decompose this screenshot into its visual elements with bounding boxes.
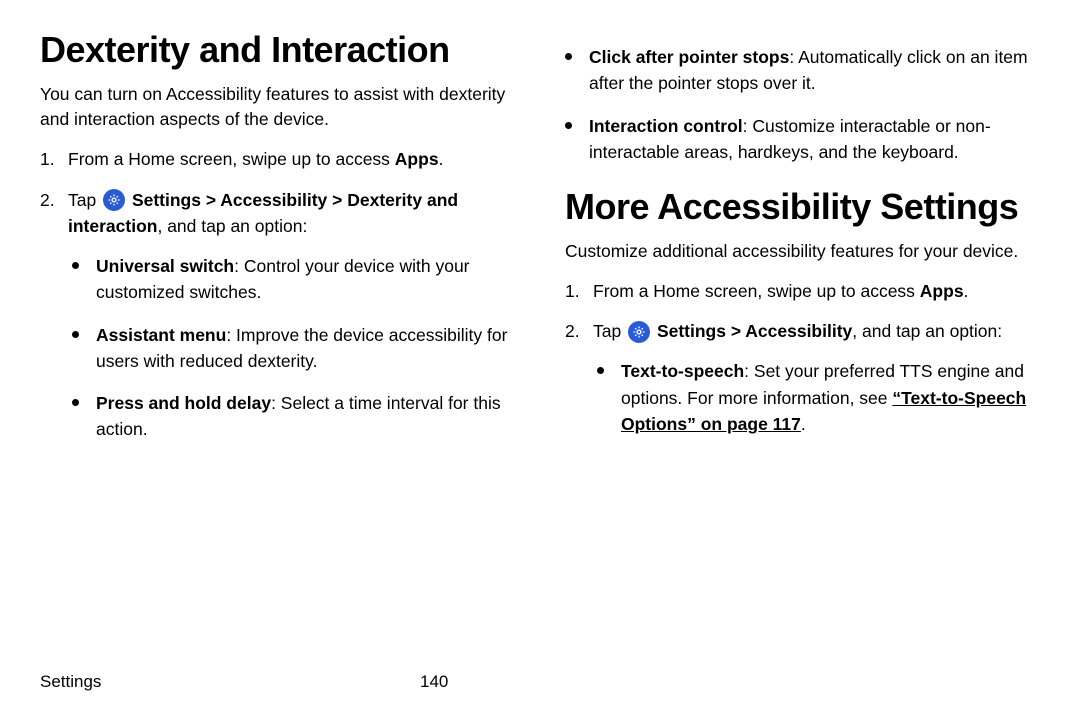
bullet-label: Assistant menu xyxy=(96,325,226,345)
section-title-dexterity: Dexterity and Interaction xyxy=(40,30,515,70)
section-title-more-accessibility: More Accessibility Settings xyxy=(565,187,1040,227)
bullet-press-hold-delay: Press and hold delay: Select a time inte… xyxy=(68,390,515,443)
bullet-label: Text-to-speech xyxy=(621,361,744,381)
step-text: , and tap an option: xyxy=(852,321,1002,341)
page-footer: Settings 140 xyxy=(40,672,1040,692)
bullet-label: Click after pointer stops xyxy=(589,47,789,67)
step-text: Tap xyxy=(593,321,626,341)
bullet-text-to-speech: Text-to-speech: Set your preferred TTS e… xyxy=(593,358,1040,437)
settings-icon xyxy=(628,321,650,343)
step-text: . xyxy=(964,281,969,301)
footer-page-number: 140 xyxy=(420,672,448,692)
settings-icon xyxy=(103,189,125,211)
apps-label: Apps xyxy=(395,149,439,169)
intro-more-accessibility: Customize additional accessibility featu… xyxy=(565,239,1040,264)
step-text: . xyxy=(439,149,444,169)
bullet-assistant-menu: Assistant menu: Improve the device acces… xyxy=(68,322,515,375)
bullet-universal-switch: Universal switch: Control your device wi… xyxy=(68,253,515,306)
bullet-click-after-pointer: Click after pointer stops: Automatically… xyxy=(565,44,1040,97)
intro-dexterity: You can turn on Accessibility features t… xyxy=(40,82,515,133)
bullet-label: Universal switch xyxy=(96,256,234,276)
step-1-right: From a Home screen, swipe up to access A… xyxy=(565,278,1040,304)
step-2-right: Tap Settings > Accessibility, and tap an… xyxy=(565,318,1040,437)
step-text: Tap xyxy=(68,190,101,210)
step-text: , and tap an option: xyxy=(157,216,307,236)
footer-section-label: Settings xyxy=(40,672,420,692)
nav-path: Settings > Accessibility xyxy=(652,321,852,341)
bullet-label: Press and hold delay xyxy=(96,393,271,413)
step-text: From a Home screen, swipe up to access xyxy=(68,149,395,169)
step-1-left: From a Home screen, swipe up to access A… xyxy=(40,146,515,172)
step-2-left: Tap Settings > Accessibility > Dexterity… xyxy=(40,187,515,443)
bullet-label: Interaction control xyxy=(589,116,743,136)
apps-label: Apps xyxy=(920,281,964,301)
bullet-interaction-control: Interaction control: Customize interacta… xyxy=(565,113,1040,166)
bullet-text: . xyxy=(801,414,806,434)
step-text: From a Home screen, swipe up to access xyxy=(593,281,920,301)
